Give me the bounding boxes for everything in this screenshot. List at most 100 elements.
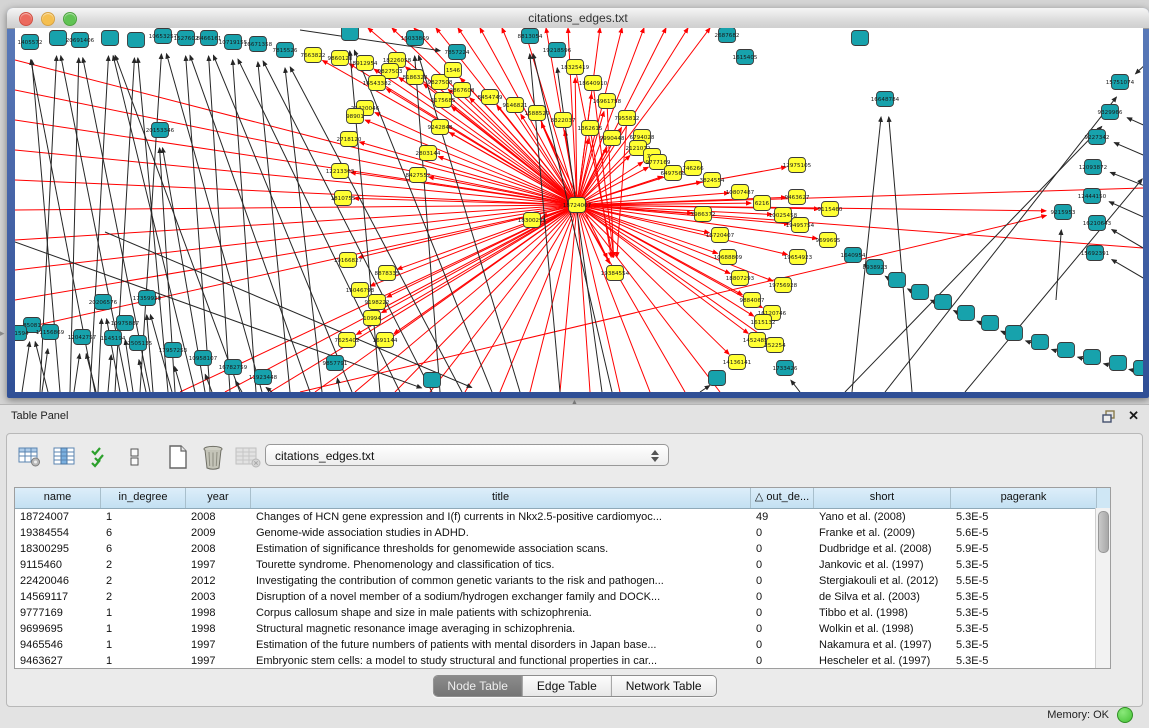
graph-node[interactable] [935,295,952,310]
graph-node[interactable] [982,316,999,331]
table-row[interactable]: 1872400712008Changes of HCN gene express… [15,509,1110,525]
graph-edge[interactable] [213,55,352,392]
graph-edge[interactable] [15,205,577,210]
graph-node[interactable]: 16720407 [706,228,735,243]
graph-node[interactable]: 1691144 [373,333,398,348]
graph-edge[interactable] [105,232,472,387]
graph-edge[interactable] [236,381,243,392]
graph-node[interactable] [342,28,359,41]
graph-node[interactable] [709,371,726,386]
table-row[interactable]: 977716911998Corpus callosum shape and si… [15,605,1110,621]
tab-edge-table[interactable]: Edge Table [523,676,612,696]
graph-edge[interactable] [355,205,577,392]
graph-node[interactable]: 16961758 [593,94,622,109]
column-header-name[interactable]: name [15,488,101,508]
graph-node[interactable]: 9227342 [1085,130,1110,145]
graph-node[interactable]: 10807487 [726,185,755,200]
graph-edge[interactable] [1056,230,1061,300]
graph-edge[interactable] [209,56,230,392]
graph-node[interactable]: 8912954 [353,56,378,71]
graph-node[interactable]: 19654923 [784,250,813,265]
graph-node[interactable]: 14136141 [723,355,752,370]
row-height-button[interactable] [122,445,148,469]
table-row[interactable]: 1938455462009Genome-wide association stu… [15,525,1110,541]
graph-edge[interactable] [791,380,800,392]
graph-edge[interactable] [74,354,80,392]
graph-edge[interactable] [270,205,577,392]
graph-node[interactable] [1110,356,1127,371]
graph-node[interactable]: 1527602 [174,31,199,46]
graph-edge[interactable] [885,97,1116,392]
new-table-button[interactable] [165,445,191,469]
graph-edge[interactable] [166,54,262,392]
graph-node[interactable] [889,273,906,288]
graph-edge[interactable] [889,117,912,392]
graph-node[interactable]: 10688809 [714,250,743,265]
graph-edge[interactable] [577,205,729,354]
select-all-checkmarks-button[interactable] [87,445,113,469]
table-row[interactable]: 1456911722003Disruption of a novel membe… [15,589,1110,605]
table-row[interactable]: 969969511998Structural magnetic resonanc… [15,621,1110,637]
graph-edge[interactable] [577,205,748,333]
graph-node[interactable]: 8938923 [863,260,888,275]
graph-node[interactable]: 16210643 [1083,216,1112,231]
graph-node[interactable] [912,285,929,300]
graph-node[interactable] [1006,326,1023,341]
graph-edge[interactable] [700,386,710,393]
graph-node[interactable]: 7986372 [691,207,716,222]
graph-node[interactable]: 7625402 [335,333,360,348]
graph-node[interactable]: 3824554 [700,173,725,188]
left-panel-collapse-arrow[interactable]: ▸ [0,328,5,339]
graph-node[interactable]: 9215953 [1051,205,1076,220]
graph-node[interactable]: 9990448 [600,131,625,146]
graph-node[interactable]: 19218596 [543,43,572,58]
table-row[interactable]: 946554611997Estimation of the future num… [15,637,1110,653]
delete-trash-button[interactable] [200,445,226,469]
graph-node[interactable]: 1640954 [841,248,866,263]
window-titlebar[interactable]: citations_edges.txt [7,8,1149,29]
tab-network-table[interactable]: Network Table [612,676,716,696]
graph-node[interactable]: 1733426 [773,361,798,376]
graph-edge[interactable] [465,205,577,392]
graph-node[interactable]: 18325419 [561,60,590,75]
graph-node[interactable] [424,373,441,388]
graph-edge[interactable] [175,367,182,392]
graph-node[interactable]: 16671358 [244,37,273,52]
graph-edge[interactable] [98,319,102,392]
graph-edge[interactable] [86,354,96,392]
tab-node-table[interactable]: Node Table [433,676,523,696]
table-row[interactable]: 2242004622012Investigating the contribut… [15,573,1110,589]
graph-node[interactable]: 7815526 [273,43,298,58]
graph-node[interactable]: 10958107 [189,351,218,366]
graph-node[interactable]: 16648784 [871,92,900,107]
graph-node[interactable]: 8454749 [478,90,503,105]
table-settings-button[interactable] [17,445,43,469]
memory-status-indicator[interactable] [1117,707,1133,723]
graph-edge[interactable] [1112,230,1143,252]
delete-table-disabled-button[interactable] [235,445,261,469]
graph-edge[interactable] [40,56,57,392]
graph-node[interactable]: 20206576 [89,295,118,310]
graph-node[interactable]: 16033809 [401,31,430,46]
graph-node[interactable] [1084,350,1101,365]
graph-edge[interactable] [1136,60,1143,74]
graph-node[interactable]: 7663822 [301,48,326,63]
graph-edge[interactable] [1109,202,1143,220]
graph-node[interactable]: 9884067 [740,293,765,308]
graph-node[interactable]: 20153346 [146,123,175,138]
graph-node[interactable] [1032,335,1049,350]
graph-edge[interactable] [386,89,577,205]
graph-edge[interactable] [577,205,685,392]
graph-edge[interactable] [1114,143,1143,158]
graph-node[interactable]: 7955812 [615,111,640,126]
network-canvas-svg[interactable]: 1405572206914061065325715276028466161107… [15,28,1143,392]
column-header-year[interactable]: year [186,488,251,508]
graph-node[interactable]: 12213363 [326,164,355,179]
graph-node[interactable]: 18640910 [579,76,608,91]
graph-node[interactable]: 6216 [754,196,771,211]
graph-node[interactable]: 1405572 [18,35,43,50]
graph-node[interactable] [102,31,119,46]
graph-node[interactable]: 11923448 [249,370,278,385]
column-header-out_de[interactable]: △ out_de... [751,488,814,508]
graph-node[interactable]: 1145194 [101,331,126,346]
